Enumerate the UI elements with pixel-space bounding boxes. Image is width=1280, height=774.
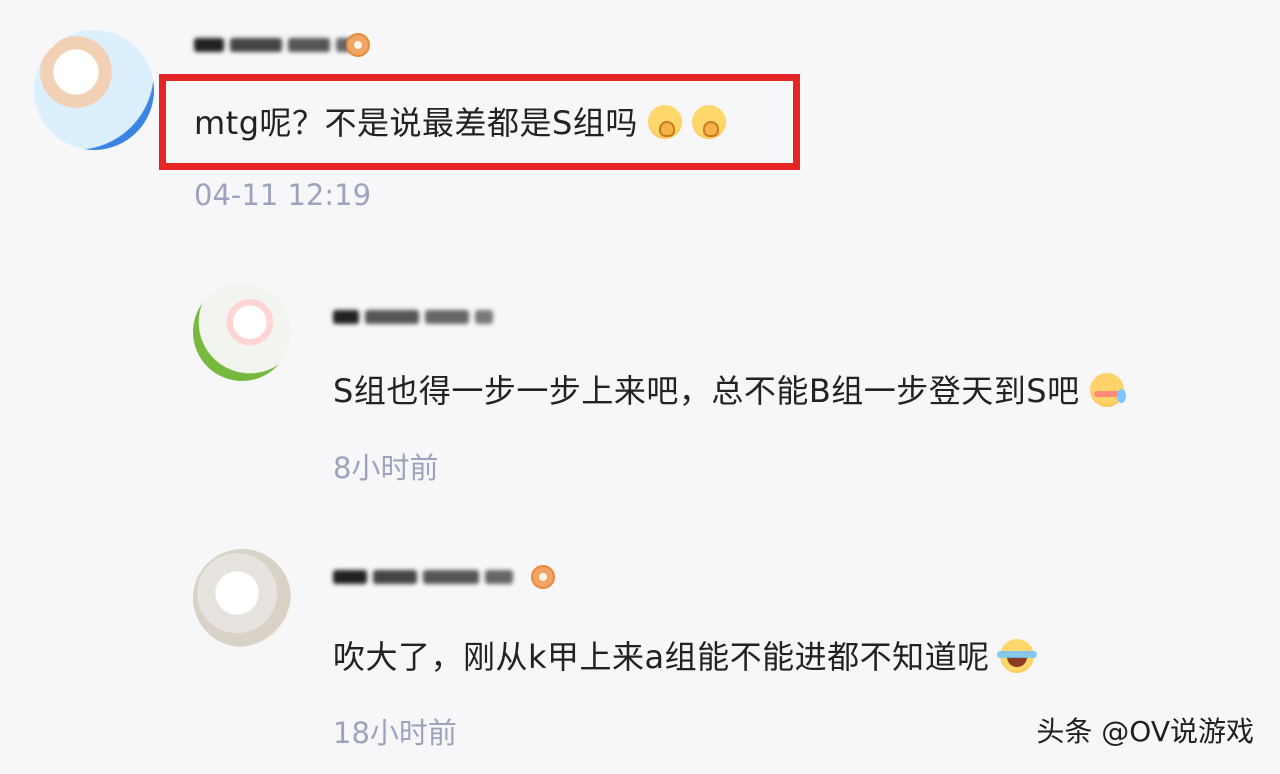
tears-of-joy-emoji-icon [996, 639, 1037, 673]
username-blurred [333, 566, 513, 588]
comment-time: 18小时前 [333, 716, 457, 750]
username-blurred [194, 34, 360, 56]
comment-text: S组也得一步一步上来吧，总不能B组一步登天到S吧 [333, 366, 1126, 412]
avatar[interactable] [193, 283, 291, 381]
avatar[interactable] [193, 549, 291, 647]
badge-icon [531, 565, 555, 589]
comment-time: 8小时前 [333, 451, 439, 485]
blush-sweat-emoji-icon [1089, 373, 1126, 407]
watermark: 头条 @OV说游戏 [1036, 715, 1254, 748]
highlight-box [159, 74, 800, 170]
comment-text-content: 吹大了，刚从k甲上来a组能不能进都不知道呢 [333, 638, 990, 676]
badge-icon [346, 33, 370, 57]
comment-time: 04-11 12:19 [194, 178, 372, 212]
username-blurred [333, 306, 493, 328]
comment-text-content: S组也得一步一步上来吧，总不能B组一步登天到S吧 [333, 372, 1080, 410]
avatar[interactable] [34, 30, 154, 150]
comment-text: 吹大了，刚从k甲上来a组能不能进都不知道呢 [333, 632, 1037, 678]
